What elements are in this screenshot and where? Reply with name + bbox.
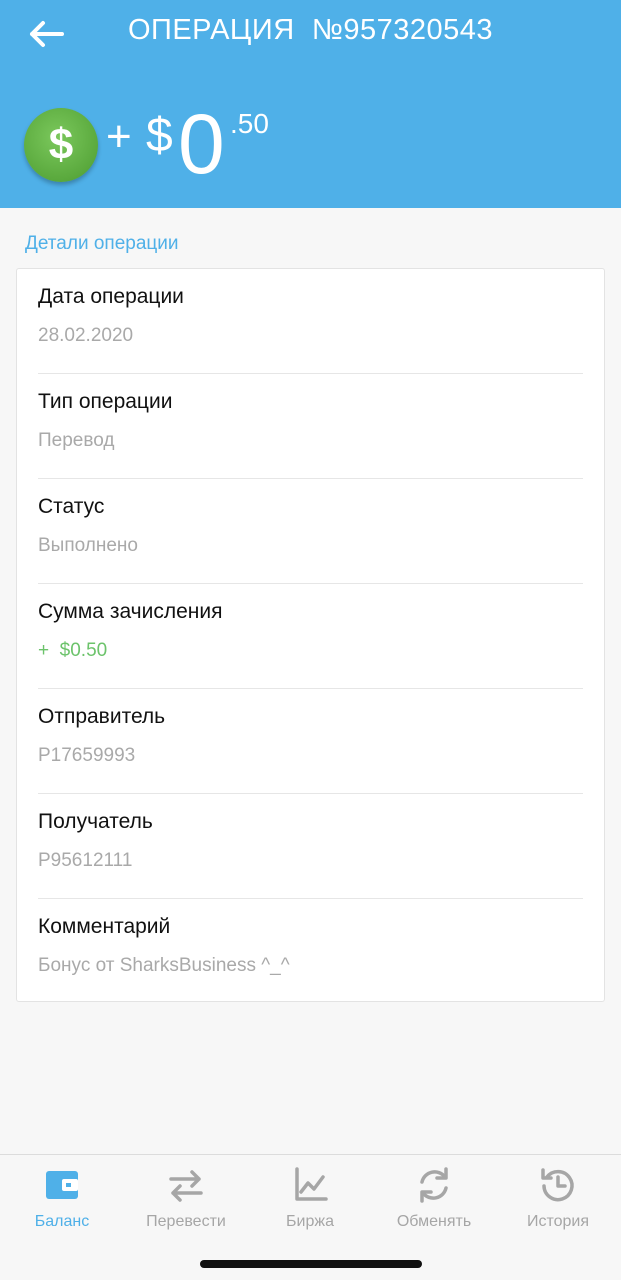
history-icon: [541, 1168, 574, 1202]
coin-symbol: $: [48, 120, 74, 169]
detail-label: Статус: [38, 495, 105, 518]
detail-value: P17659993: [38, 745, 136, 766]
detail-value: 28.02.2020: [38, 325, 134, 346]
home-indicator[interactable]: [200, 1260, 422, 1268]
dollar-coin-icon: $: [24, 108, 98, 182]
title-prefix: ОПЕРАЦИЯ: [127, 14, 295, 46]
header-bar: ОПЕРАЦИЯ №957320543 $ + $ 0 .50: [0, 0, 621, 208]
detail-row-amount: Сумма зачисления + $0.50: [38, 584, 583, 689]
detail-label: Тип операции: [38, 390, 173, 413]
detail-value: + $0.50: [38, 640, 108, 661]
section-label: Детали операции: [25, 233, 179, 254]
detail-label: Получатель: [38, 810, 153, 833]
tab-label: История: [526, 1213, 590, 1230]
tab-exchange[interactable]: Биржа: [248, 1165, 372, 1235]
refresh-icon: [420, 1167, 448, 1203]
detail-row-type: Тип операции Перевод: [38, 374, 583, 479]
tab-label: Биржа: [286, 1213, 334, 1230]
chart-icon: [295, 1167, 328, 1201]
detail-value: Бонус от SharksBusiness ^_^: [38, 955, 290, 976]
tab-swap[interactable]: Обменять: [372, 1165, 496, 1235]
detail-label: Дата операции: [38, 285, 184, 308]
detail-row-status: Статус Выполнено: [38, 479, 583, 584]
detail-label: Отправитель: [38, 705, 166, 728]
tab-label: Обменять: [396, 1213, 472, 1230]
tab-label: Перевести: [146, 1213, 226, 1230]
detail-row-comment: Комментарий Бонус от SharksBusiness ^_^: [38, 899, 583, 1004]
transfer-arrows-icon: [169, 1170, 203, 1202]
tab-balance[interactable]: Баланс: [0, 1165, 124, 1235]
detail-label: Комментарий: [38, 915, 171, 938]
details-card: Дата операции 28.02.2020 Тип операции Пе…: [16, 268, 605, 1002]
detail-value: Выполнено: [38, 535, 138, 556]
page-title: ОПЕРАЦИЯ №957320543: [0, 14, 621, 47]
operation-number: №957320543: [311, 14, 494, 46]
amount-main: 0: [178, 97, 225, 191]
detail-label: Сумма зачисления: [38, 600, 223, 623]
wallet-icon: [46, 1171, 78, 1199]
amount-sign: +: [106, 112, 132, 161]
tab-label: Баланс: [34, 1213, 90, 1230]
detail-row-sender: Отправитель P17659993: [38, 689, 583, 794]
detail-row-recipient: Получатель P95612111: [38, 794, 583, 899]
tab-transfer[interactable]: Перевести: [124, 1165, 248, 1235]
detail-value: Перевод: [38, 430, 115, 451]
amount-currency: $: [146, 109, 173, 162]
detail-row-date: Дата операции 28.02.2020: [38, 269, 583, 374]
detail-value: P95612111: [38, 850, 133, 871]
tab-history[interactable]: История: [496, 1165, 620, 1235]
amount-cents: .50: [230, 108, 269, 139]
